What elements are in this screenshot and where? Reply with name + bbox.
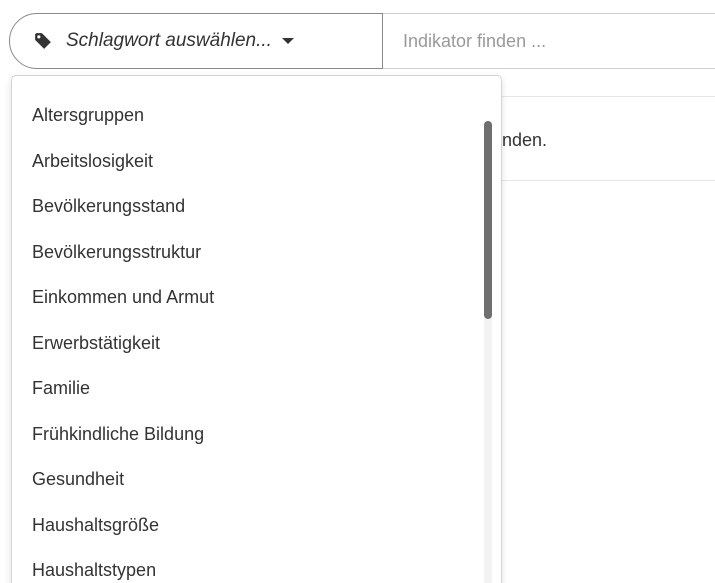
search-bar: Schlagwort auswählen... — [9, 13, 715, 69]
tag-select-button[interactable]: Schlagwort auswählen... — [9, 13, 383, 69]
tag-select-label: Schlagwort auswählen... — [66, 30, 272, 51]
content-divider-top — [490, 96, 715, 97]
dropdown-item-haushaltsgroesse[interactable]: Haushaltsgröße — [12, 507, 501, 553]
dropdown-item-bevoelkerungsstand[interactable]: Bevölkerungsstand — [12, 188, 501, 234]
indicator-search-input[interactable] — [383, 13, 715, 69]
dropdown-scrollbar-thumb[interactable] — [484, 121, 492, 319]
dropdown-item-gesundheit[interactable]: Gesundheit — [12, 461, 501, 507]
content-message: inden. — [498, 130, 548, 150]
page: Schlagwort auswählen... inden. Altersgru… — [0, 0, 715, 583]
dropdown-item-haushaltstypen[interactable]: Haushaltstypen — [12, 552, 501, 583]
dropdown-item-einkommen-und-armut[interactable]: Einkommen und Armut — [12, 279, 501, 325]
content-divider-bottom — [490, 180, 715, 181]
dropdown-scrollbar[interactable] — [484, 121, 492, 583]
dropdown-item-arbeitslosigkeit[interactable]: Arbeitslosigkeit — [12, 143, 501, 189]
dropdown-item-altersgruppen[interactable]: Altersgruppen — [12, 97, 501, 143]
dropdown-item-familie[interactable]: Familie — [12, 370, 501, 416]
tag-icon — [35, 33, 51, 49]
dropdown-item-fruehkindliche-bildung[interactable]: Frühkindliche Bildung — [12, 416, 501, 462]
dropdown-item-bevoelkerungsstruktur[interactable]: Bevölkerungsstruktur — [12, 234, 501, 280]
tag-dropdown-menu: Altersgruppen Arbeitslosigkeit Bevölkeru… — [11, 75, 502, 583]
dropdown-item-erwerbstaetigkeit[interactable]: Erwerbstätigkeit — [12, 325, 501, 371]
caret-down-icon — [281, 38, 294, 44]
tag-dropdown-list: Altersgruppen Arbeitslosigkeit Bevölkeru… — [12, 76, 501, 583]
